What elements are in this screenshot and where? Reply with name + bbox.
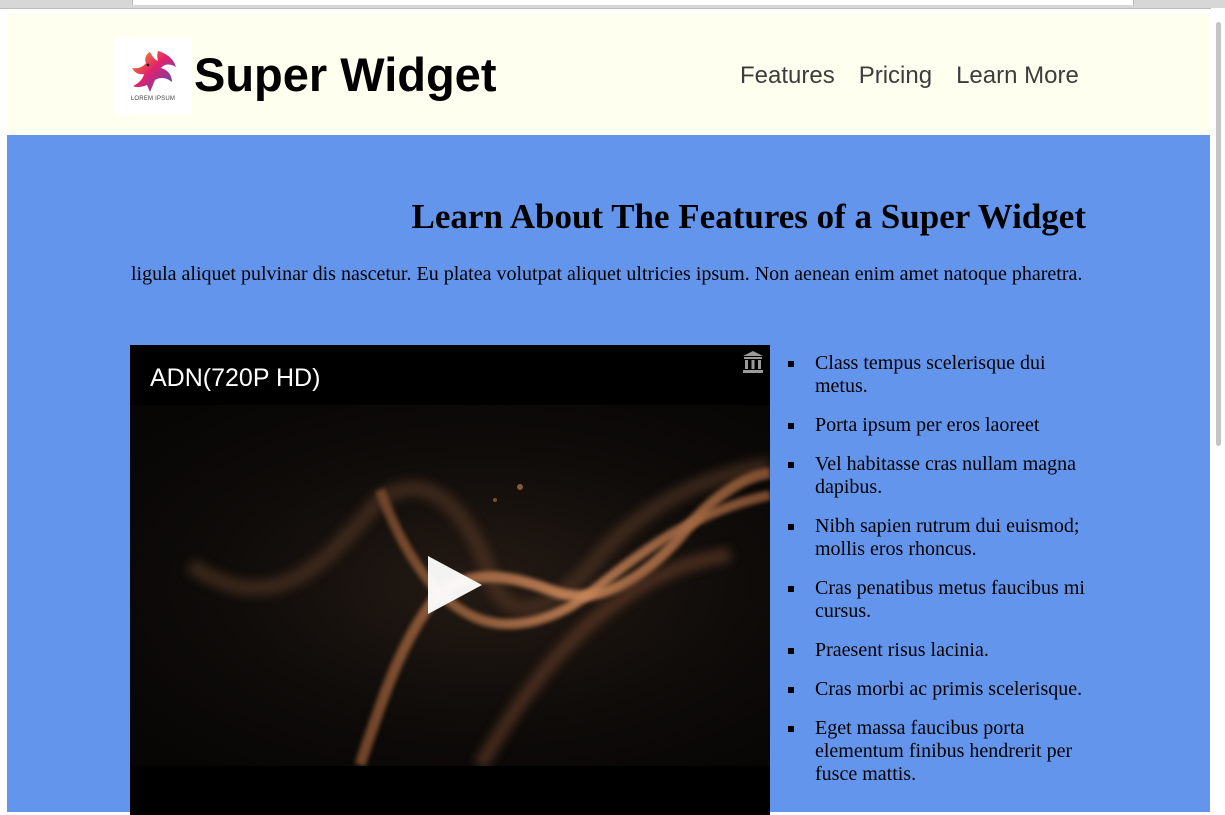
- features-section: Learn About The Features of a Super Widg…: [7, 135, 1210, 815]
- main-nav: Features Pricing Learn More: [740, 61, 1079, 91]
- section-heading: Learn About The Features of a Super Widg…: [411, 197, 1086, 236]
- video-player[interactable]: ADN(720P HD): [130, 345, 770, 815]
- list-item-text: Praesent risus lacinia.: [815, 639, 989, 661]
- site-header: LOREM IPSUM Super Widget Features Pricin…: [7, 14, 1210, 135]
- section-paragraph: ligula aliquet pulvinar dis nascetur. Eu…: [131, 263, 1083, 285]
- video-title-bar: ADN(720P HD): [130, 345, 770, 405]
- bullet-icon: [788, 687, 794, 693]
- browser-tab-area: [132, 0, 1134, 5]
- list-item: Cras morbi ac primis scelerisque.: [788, 678, 1095, 701]
- list-item: Eget massa faucibus porta elementum fini…: [788, 717, 1095, 786]
- nav-link-learn-more[interactable]: Learn More: [956, 61, 1079, 91]
- list-item: Vel habitasse cras nullam magna dapibus.: [788, 453, 1095, 499]
- scrollbar-thumb[interactable]: [1216, 22, 1221, 446]
- list-item: Class tempus scelerisque dui metus.: [788, 352, 1095, 398]
- video-title[interactable]: ADN(720P HD): [150, 363, 320, 393]
- bullet-icon: [788, 361, 794, 367]
- play-icon[interactable]: [420, 550, 490, 620]
- site-title: Super Widget: [194, 48, 497, 101]
- logo-caption: LOREM IPSUM: [130, 96, 176, 102]
- list-item-text: Cras morbi ac primis scelerisque.: [815, 678, 1083, 700]
- bullet-icon: [788, 462, 794, 468]
- vertical-scrollbar[interactable]: [1211, 8, 1225, 812]
- bullet-icon: [788, 423, 794, 429]
- bullet-icon: [788, 524, 794, 530]
- list-item: Porta ipsum per eros laoreet: [788, 414, 1095, 437]
- bullet-icon: [788, 586, 794, 592]
- bird-logo-icon: [132, 51, 176, 92]
- browser-top-strip: [0, 0, 1225, 9]
- bullet-icon: [788, 648, 794, 654]
- list-item: Nibh sapien rutrum dui euismod; mollis e…: [788, 515, 1095, 561]
- list-item-text: Cras penatibus metus faucibus mi cursus.: [815, 577, 1085, 622]
- list-item: Cras penatibus metus faucibus mi cursus.: [788, 577, 1095, 623]
- list-item-text: Porta ipsum per eros laoreet: [815, 414, 1040, 436]
- logo[interactable]: LOREM IPSUM: [114, 37, 192, 115]
- list-item-text: Eget massa faucibus porta elementum fini…: [815, 717, 1073, 785]
- feature-list: Class tempus scelerisque dui metus. Port…: [788, 352, 1095, 802]
- nav-link-pricing[interactable]: Pricing: [859, 61, 932, 91]
- bullet-icon: [788, 726, 794, 732]
- library-icon[interactable]: [742, 350, 764, 374]
- list-item-text: Vel habitasse cras nullam magna dapibus.: [815, 453, 1077, 498]
- list-item-text: Class tempus scelerisque dui metus.: [815, 352, 1046, 397]
- nav-link-features[interactable]: Features: [740, 61, 835, 91]
- list-item: Praesent risus lacinia.: [788, 639, 1095, 662]
- list-item-text: Nibh sapien rutrum dui euismod; mollis e…: [815, 515, 1080, 560]
